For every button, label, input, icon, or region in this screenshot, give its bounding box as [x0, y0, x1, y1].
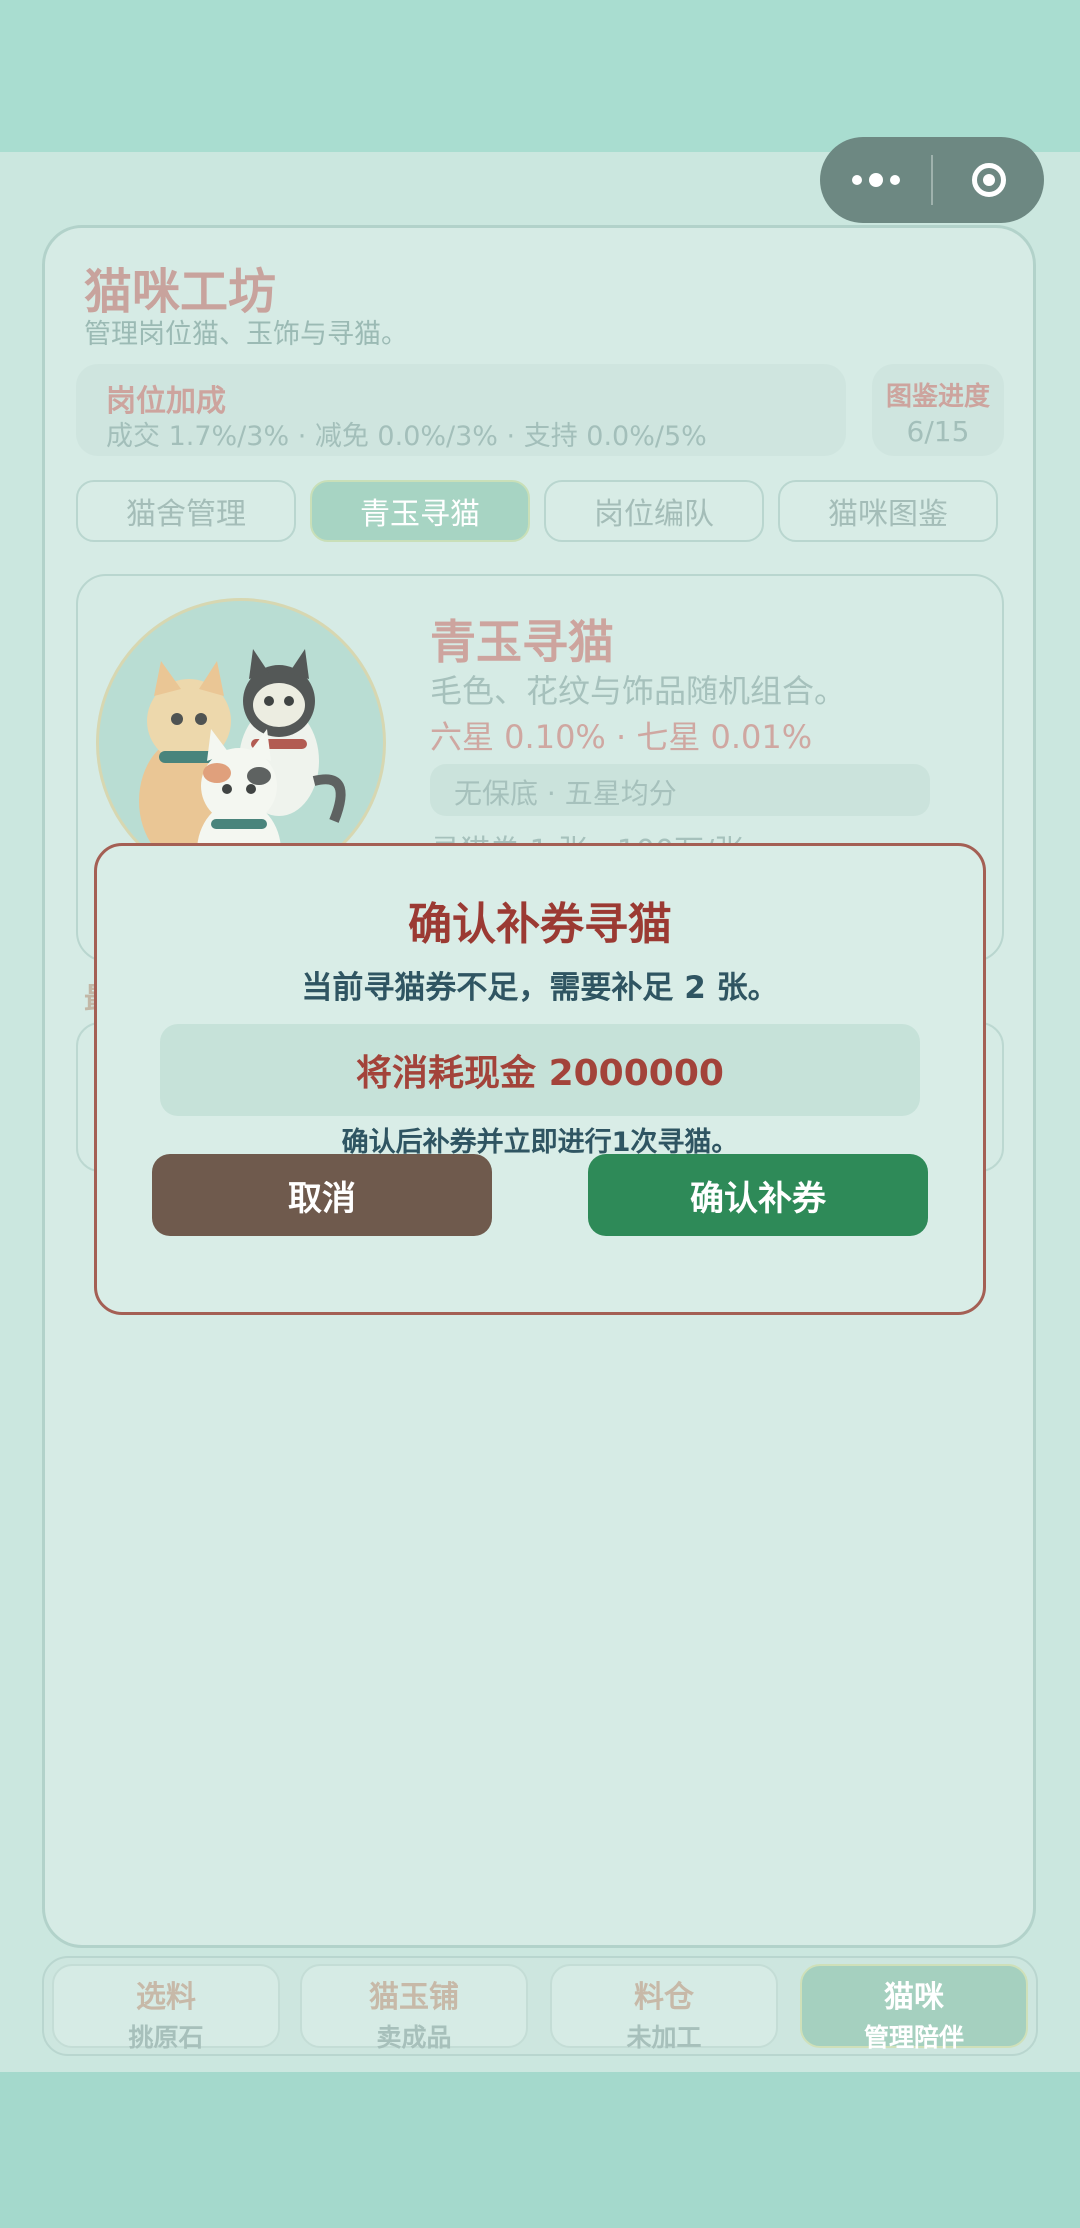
- nav-select-material-title: 选料: [136, 1980, 196, 2015]
- tab-jade-search[interactable]: 青玉寻猫: [310, 480, 530, 542]
- gacha-title: 青玉寻猫: [430, 615, 614, 669]
- cancel-button[interactable]: 取消: [152, 1154, 492, 1236]
- confirm-ticket-button[interactable]: 确认补券: [588, 1154, 928, 1236]
- nav-cats-sub: 管理陪伴: [863, 2023, 964, 2052]
- dialog-message: 当前寻猫券不足，需要补足 2 张。: [301, 970, 779, 1006]
- dialog-cost-box: 将消耗现金 2000000: [160, 1024, 920, 1116]
- mini-program-capsule: [820, 137, 1044, 223]
- target-circle-icon[interactable]: [933, 137, 1044, 223]
- codex-progress-label: 图鉴进度: [885, 382, 990, 412]
- more-dots-icon[interactable]: [820, 137, 931, 223]
- nav-warehouse-sub: 未加工: [626, 2023, 702, 2052]
- dialog-cost-text: 将消耗现金 2000000: [356, 1053, 724, 1094]
- codex-progress-card[interactable]: 图鉴进度 6/15: [872, 364, 1004, 456]
- nav-cats-title: 猫咪: [884, 1980, 944, 2015]
- tab-cattery[interactable]: 猫舍管理: [76, 480, 296, 542]
- nav-jade-shop-sub: 卖成品: [376, 2023, 452, 2052]
- bottom-background: [0, 2072, 1080, 2228]
- dialog-note: 确认后补券并立即进行1次寻猫。: [341, 1127, 739, 1158]
- nav-jade-shop[interactable]: 猫玉铺 卖成品: [300, 1964, 528, 2052]
- gacha-pity-text: 无保底 · 五星均分: [454, 777, 677, 810]
- nav-select-material[interactable]: 选料 挑原石: [52, 1964, 280, 2052]
- gacha-description: 毛色、花纹与饰品随机组合。: [430, 672, 847, 710]
- tab-bar: 猫舍管理 青玉寻猫 岗位编队 猫咪图鉴: [76, 480, 998, 542]
- gacha-pity-chip: 无保底 · 五星均分: [430, 764, 930, 816]
- page-subtitle: 管理岗位猫、玉饰与寻猫。: [84, 319, 408, 350]
- nav-cats[interactable]: 猫咪 管理陪伴: [800, 1964, 1028, 2052]
- nav-warehouse-title: 料仓: [634, 1980, 694, 2015]
- nav-select-material-sub: 挑原石: [128, 2023, 204, 2052]
- gacha-rates: 六星 0.10% · 七星 0.01%: [430, 718, 813, 756]
- dialog-title: 确认补券寻猫: [408, 899, 672, 950]
- codex-progress-value: 6/15: [906, 415, 970, 448]
- post-bonus-card: 岗位加成 成交 1.7%/3% · 减免 0.0%/3% · 支持 0.0%/5…: [76, 364, 846, 456]
- post-bonus-stats: 成交 1.7%/3% · 减免 0.0%/3% · 支持 0.0%/5%: [106, 421, 707, 452]
- tab-catalog[interactable]: 猫咪图鉴: [778, 480, 998, 542]
- tab-formation[interactable]: 岗位编队: [544, 480, 764, 542]
- nav-warehouse[interactable]: 料仓 未加工: [550, 1964, 778, 2052]
- nav-jade-shop-title: 猫玉铺: [369, 1980, 459, 2015]
- top-background: [0, 0, 1080, 152]
